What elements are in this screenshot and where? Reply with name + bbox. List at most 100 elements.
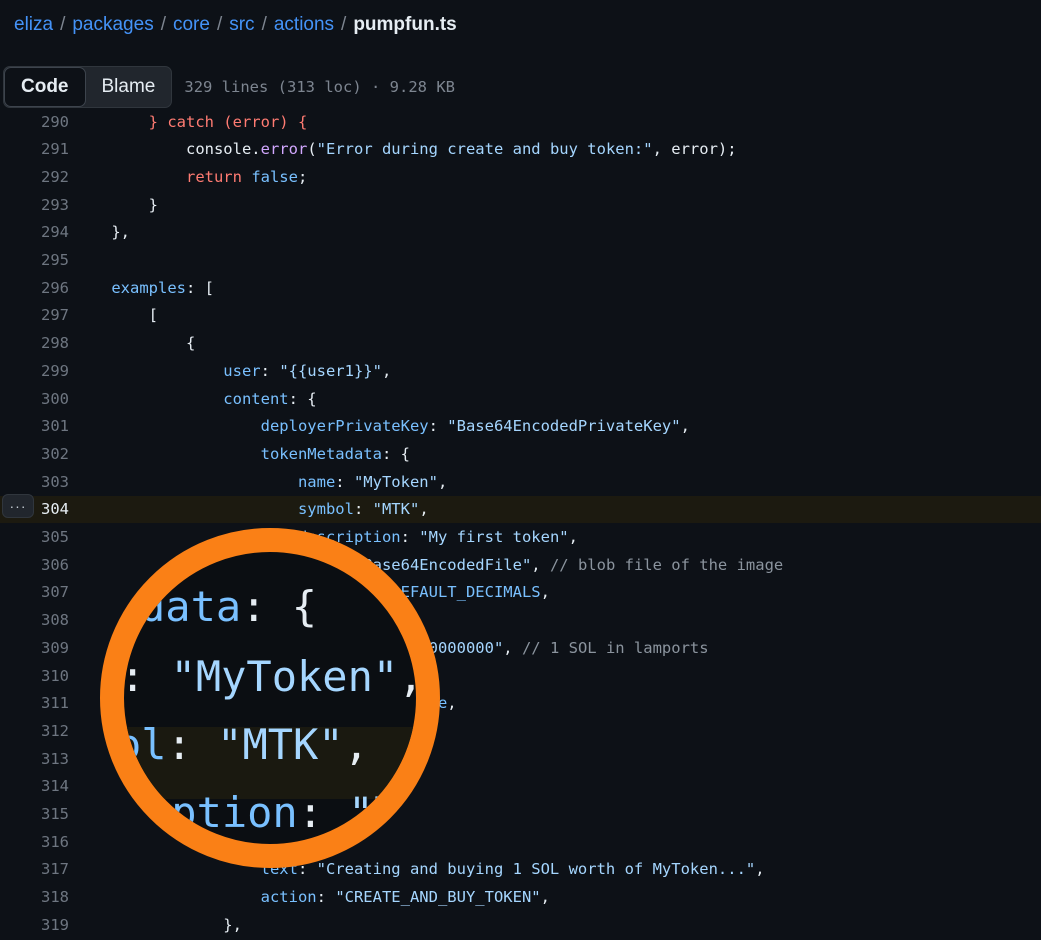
line-number[interactable]: 297 (14, 306, 69, 324)
line-number[interactable]: 306 (14, 556, 69, 574)
code-text: { (74, 334, 195, 352)
code-token: : [ (185, 278, 214, 297)
code-line: 294 }, (0, 219, 1041, 246)
line-number[interactable]: 303 (14, 473, 69, 491)
line-number[interactable]: 290 (14, 113, 69, 131)
code-line: 303 name: "MyToken", (0, 468, 1041, 495)
code-token: // 1 SOL in lamports (521, 638, 709, 657)
magnifier-code-line: : "MyToken", (124, 652, 416, 701)
line-number[interactable]: 292 (14, 168, 69, 186)
code-token: , (419, 500, 429, 519)
code-text: text: "Creating and buying 1 SOL worth o… (74, 860, 765, 878)
magnifier-token: , (343, 720, 369, 769)
code-token: , (568, 528, 578, 546)
code-token: } catch (error) { (74, 112, 308, 131)
code-token: tokenMetadata (74, 444, 382, 463)
code-token: DEFAULT_DECIMALS (391, 583, 541, 602)
breadcrumb-link-packages[interactable]: packages (72, 14, 153, 36)
code-token: error (260, 140, 308, 159)
code-line: 317 text: "Creating and buying 1 SOL wor… (0, 856, 1041, 883)
code-text: console.error("Error during create and b… (74, 140, 737, 158)
code-text: tokenMetadata: { (74, 445, 410, 463)
code-token: , (447, 694, 457, 713)
line-number[interactable]: 319 (14, 916, 69, 934)
code-token: examples (74, 278, 186, 297)
line-number[interactable]: 314 (14, 777, 69, 795)
line-number[interactable]: 300 (14, 390, 69, 408)
code-token: , (540, 888, 550, 907)
code-token: user (74, 361, 261, 380)
code-line: 305 description: "My first token", (0, 524, 1041, 551)
code-tab-button[interactable]: Code (4, 67, 86, 107)
code-token: "Error during create and buy token:" (316, 140, 653, 159)
magnifier-token: : (166, 720, 218, 769)
code-line: 295 (0, 247, 1041, 274)
code-text: action: "CREATE_AND_BUY_TOKEN", (74, 888, 550, 906)
file-info: 329 lines (313 loc) · 9.28 KB (184, 78, 455, 96)
code-token: [ (74, 306, 158, 325)
code-token: : (400, 528, 420, 546)
magnifier-token: iption (146, 788, 298, 837)
code-token: , (680, 417, 690, 436)
code-token: , (531, 555, 550, 574)
line-number[interactable]: 309 (14, 639, 69, 657)
code-text: symbol: "MTK", (74, 500, 429, 518)
code-line: 318 action: "CREATE_AND_BUY_TOKEN", (0, 884, 1041, 911)
line-number[interactable]: 299 (14, 362, 69, 380)
breadcrumb-link-eliza[interactable]: eliza (14, 14, 53, 36)
code-token: false (251, 167, 298, 186)
code-text: }, (74, 223, 130, 241)
code-token: ( (307, 140, 317, 159)
code-text: content: { (74, 390, 316, 408)
line-number[interactable]: 293 (14, 196, 69, 214)
code-token: ; (297, 167, 308, 186)
line-number[interactable]: 302 (14, 445, 69, 463)
code-token: : (353, 500, 373, 519)
magnifier-token: data (140, 582, 242, 631)
code-token: symbol (74, 500, 354, 519)
line-number[interactable]: 310 (14, 667, 69, 685)
line-number[interactable]: 291 (14, 140, 69, 158)
line-number[interactable]: 308 (14, 611, 69, 629)
code-token: console. (74, 140, 261, 159)
line-number[interactable]: 305 (14, 528, 69, 546)
line-number[interactable]: 294 (14, 223, 69, 241)
line-number[interactable]: 315 (14, 805, 69, 823)
code-line: 299 user: "{{user1}}", (0, 357, 1041, 384)
line-options-button[interactable]: ··· (2, 494, 34, 518)
line-number[interactable]: 296 (14, 279, 69, 297)
code-token: , (381, 361, 392, 380)
line-number[interactable]: 301 (14, 417, 69, 435)
code-line: 293 } (0, 191, 1041, 218)
line-number[interactable]: 318 (14, 888, 69, 906)
line-number[interactable]: 313 (14, 750, 69, 768)
line-number[interactable]: 295 (14, 251, 69, 269)
line-number[interactable]: 312 (14, 722, 69, 740)
code-line: 298 { (0, 330, 1041, 357)
breadcrumb-separator: / (160, 14, 166, 35)
code-line: 290 } catch (error) { (0, 108, 1041, 135)
code-token: }, (74, 223, 130, 242)
magnifier-token: "MTK" (217, 720, 344, 769)
line-number[interactable]: 298 (14, 334, 69, 352)
code-token: "MTK" (372, 500, 420, 519)
code-token: : (335, 472, 354, 491)
breadcrumb-separator: / (261, 14, 267, 35)
breadcrumb-link-core[interactable]: core (173, 14, 210, 36)
line-number[interactable]: 311 (14, 694, 69, 712)
code-token: "CREATE_AND_BUY_TOKEN" (335, 888, 541, 907)
breadcrumb-link-src[interactable]: src (229, 14, 254, 36)
breadcrumb-link-actions[interactable]: actions (274, 14, 334, 36)
code-token: deployerPrivateKey (74, 417, 429, 436)
magnifier-token: : { (241, 582, 318, 631)
code-token: , (540, 583, 550, 602)
magnifier-code-line: ol: "MTK", (124, 720, 369, 769)
line-number[interactable]: 307 (14, 583, 69, 601)
blame-tab-button[interactable]: Blame (86, 67, 172, 107)
code-line: 296 examples: [ (0, 274, 1041, 301)
line-number[interactable]: 316 (14, 833, 69, 851)
code-line: 297 [ (0, 302, 1041, 329)
code-text: examples: [ (74, 279, 214, 297)
code-token: , (755, 860, 765, 879)
line-number[interactable]: 317 (14, 860, 69, 878)
